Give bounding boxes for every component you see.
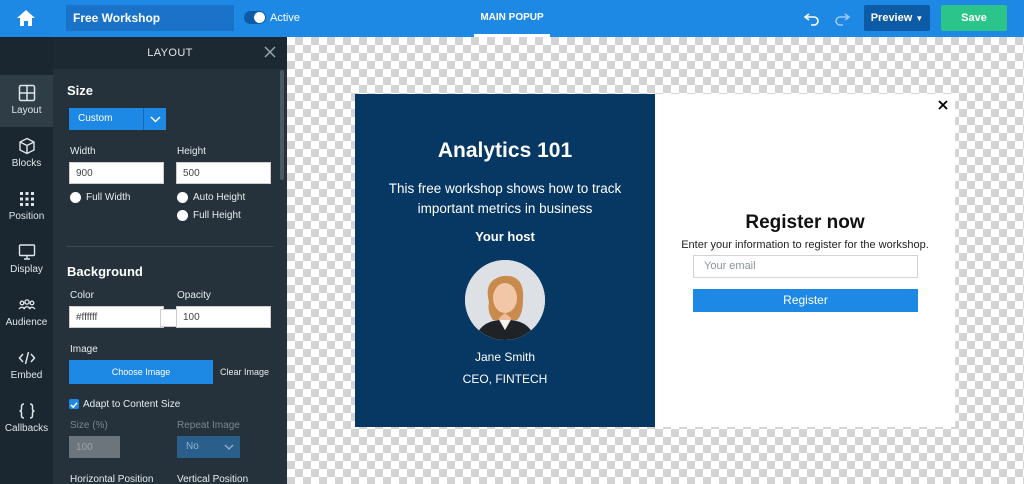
save-button[interactable]: Save: [941, 5, 1007, 31]
sidebar-item-label: Audience: [5, 317, 48, 328]
full-width-radio[interactable]: [70, 192, 81, 203]
full-width-label: Full Width: [86, 192, 131, 203]
size-percent-label: Size (%): [70, 420, 108, 431]
sidebar-item-embed[interactable]: Embed: [0, 340, 53, 392]
vertical-position-label: Vertical Position: [177, 474, 249, 484]
size-section-title: Size: [67, 83, 94, 98]
register-subtitle: Enter your information to register for t…: [681, 239, 929, 251]
clear-image-link[interactable]: Clear Image: [220, 367, 269, 377]
close-icon[interactable]: [262, 44, 278, 60]
toggle-knob: [254, 12, 265, 23]
sidebar-item-label: Embed: [10, 370, 43, 381]
braces-icon: [18, 403, 35, 419]
monitor-icon: [18, 244, 35, 260]
register-title: Register now: [745, 212, 865, 233]
popup-title: Analytics 101: [437, 139, 573, 162]
undo-icon[interactable]: [803, 10, 820, 26]
home-icon[interactable]: [16, 9, 36, 27]
users-icon: [18, 299, 35, 310]
register-button[interactable]: Register: [693, 289, 918, 312]
opacity-input[interactable]: 100: [176, 306, 271, 328]
adapt-size-label: Adapt to Content Size: [83, 399, 181, 410]
redo-icon[interactable]: [834, 10, 851, 26]
close-icon[interactable]: [937, 99, 949, 111]
color-input[interactable]: #ffffff: [69, 306, 179, 328]
height-label: Height: [177, 146, 206, 157]
tab-main-popup[interactable]: MAIN POPUP: [474, 0, 550, 37]
top-bar: Free Workshop Active MAIN POPUP Preview …: [0, 0, 1024, 37]
popup-left-panel: Analytics 101 This free workshop shows h…: [355, 94, 655, 427]
size-preset-select[interactable]: Custom: [69, 108, 166, 130]
repeat-image-label: Repeat Image: [177, 420, 240, 431]
width-input[interactable]: 900: [69, 162, 164, 184]
sidebar-item-audience[interactable]: Audience: [0, 287, 53, 339]
chevron-down-icon: [143, 108, 166, 130]
section-divider: [67, 246, 274, 247]
opacity-label: Opacity: [177, 290, 211, 301]
sidebar-item-callbacks[interactable]: Callbacks: [0, 393, 53, 445]
color-value: #ffffff: [76, 312, 98, 323]
panel-title: LAYOUT: [53, 37, 287, 69]
sidebar-item-blocks[interactable]: Blocks: [0, 128, 53, 180]
code-icon: [18, 351, 35, 365]
layout-panel: LAYOUT Size Custom Width 900 Height 500 …: [53, 37, 287, 484]
preview-label: Preview: [870, 12, 913, 24]
campaign-name-input[interactable]: Free Workshop: [66, 5, 234, 31]
repeat-image-value: No: [186, 441, 199, 452]
active-label: Active: [270, 12, 300, 24]
sidebar-item-label: Display: [10, 264, 43, 275]
sidebar-item-layout[interactable]: Layout: [0, 75, 53, 127]
sidebar-item-label: Callbacks: [4, 423, 49, 434]
sidebar-item-label: Position: [8, 211, 45, 222]
repeat-image-select[interactable]: No: [177, 436, 240, 458]
popup-subtitle: This free workshop shows how to track im…: [388, 181, 622, 216]
horizontal-position-label: Horizontal Position: [70, 474, 154, 484]
height-input[interactable]: 500: [176, 162, 271, 184]
size-percent-input[interactable]: 100: [69, 436, 120, 458]
sidebar-rail: Layout Blocks Position Display Audience …: [0, 37, 53, 484]
caret-down-icon: ▼: [915, 14, 924, 23]
cube-icon: [18, 137, 35, 155]
width-label: Width: [70, 146, 96, 157]
sidebar-item-display[interactable]: Display: [0, 234, 53, 286]
auto-height-radio[interactable]: [177, 192, 188, 203]
adapt-size-checkbox[interactable]: [69, 399, 79, 409]
host-name: Jane Smith: [474, 350, 536, 364]
host-heading: Your host: [475, 229, 535, 244]
panel-scrollbar[interactable]: [280, 70, 284, 180]
sidebar-item-position[interactable]: Position: [0, 181, 53, 233]
grid-icon: [19, 192, 34, 206]
full-height-radio[interactable]: [177, 210, 188, 221]
auto-height-label: Auto Height: [193, 192, 246, 203]
choose-image-button[interactable]: Choose Image: [69, 360, 213, 384]
host-role: CEO, FINTECH: [462, 372, 548, 386]
active-toggle[interactable]: [244, 11, 266, 24]
sidebar-item-label: Layout: [11, 105, 42, 116]
chevron-down-icon: [224, 436, 234, 467]
full-height-label: Full Height: [193, 210, 241, 221]
preview-button[interactable]: Preview ▼: [864, 5, 930, 31]
popup-preview[interactable]: Analytics 101 This free workshop shows h…: [355, 94, 955, 427]
background-section-title: Background: [67, 264, 143, 279]
image-label: Image: [70, 344, 98, 355]
email-field[interactable]: Your email: [693, 255, 918, 278]
layout-icon: [18, 84, 35, 102]
color-label: Color: [70, 290, 94, 301]
sidebar-item-label: Blocks: [11, 158, 42, 169]
size-preset-value: Custom: [78, 113, 113, 124]
host-avatar: [465, 260, 545, 340]
